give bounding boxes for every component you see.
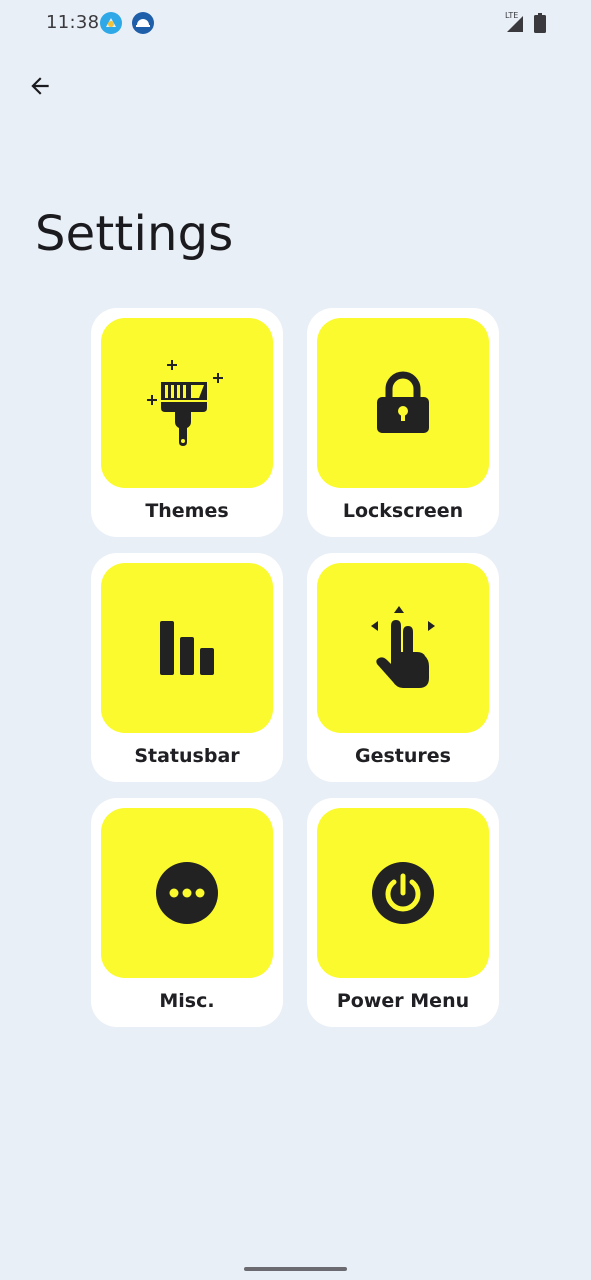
bar-chart-icon — [160, 621, 214, 675]
page-title: Settings — [35, 206, 234, 262]
tile-label: Gestures — [355, 745, 451, 767]
back-arrow-icon — [31, 77, 49, 95]
status-bar: 11:38 LTE — [0, 0, 591, 48]
tile-label: Power Menu — [336, 990, 470, 1012]
gestures-tile[interactable]: Gestures — [307, 553, 499, 782]
tile-icon-box — [317, 563, 489, 733]
signal-lte-icon: LTE — [505, 10, 525, 34]
app-notification-icon — [100, 12, 122, 34]
tile-icon-box — [101, 318, 273, 488]
power-icon — [372, 862, 434, 924]
themes-tile[interactable]: Themes — [91, 308, 283, 537]
svg-text:LTE: LTE — [505, 11, 518, 20]
app-notification-icon — [132, 12, 154, 34]
tile-label: Statusbar — [134, 745, 240, 767]
home-indicator[interactable] — [244, 1267, 347, 1271]
power-menu-tile[interactable]: Power Menu — [307, 798, 499, 1027]
settings-grid: Themes Lockscreen Statusbar Gestures Mis… — [91, 308, 499, 1027]
lock-icon — [377, 371, 429, 433]
hand-gesture-icon — [371, 606, 435, 688]
back-button[interactable] — [20, 66, 60, 106]
paintbrush-icon — [147, 360, 223, 446]
battery-icon — [534, 13, 546, 33]
statusbar-tile[interactable]: Statusbar — [91, 553, 283, 782]
lockscreen-tile[interactable]: Lockscreen — [307, 308, 499, 537]
tile-icon-box — [101, 808, 273, 978]
tile-label: Themes — [145, 500, 229, 522]
more-icon — [156, 862, 218, 924]
tile-label: Misc. — [159, 990, 215, 1012]
tile-icon-box — [317, 318, 489, 488]
tile-icon-box — [317, 808, 489, 978]
status-time: 11:38 — [46, 12, 100, 33]
tile-label: Lockscreen — [342, 500, 464, 522]
misc-tile[interactable]: Misc. — [91, 798, 283, 1027]
tile-icon-box — [101, 563, 273, 733]
